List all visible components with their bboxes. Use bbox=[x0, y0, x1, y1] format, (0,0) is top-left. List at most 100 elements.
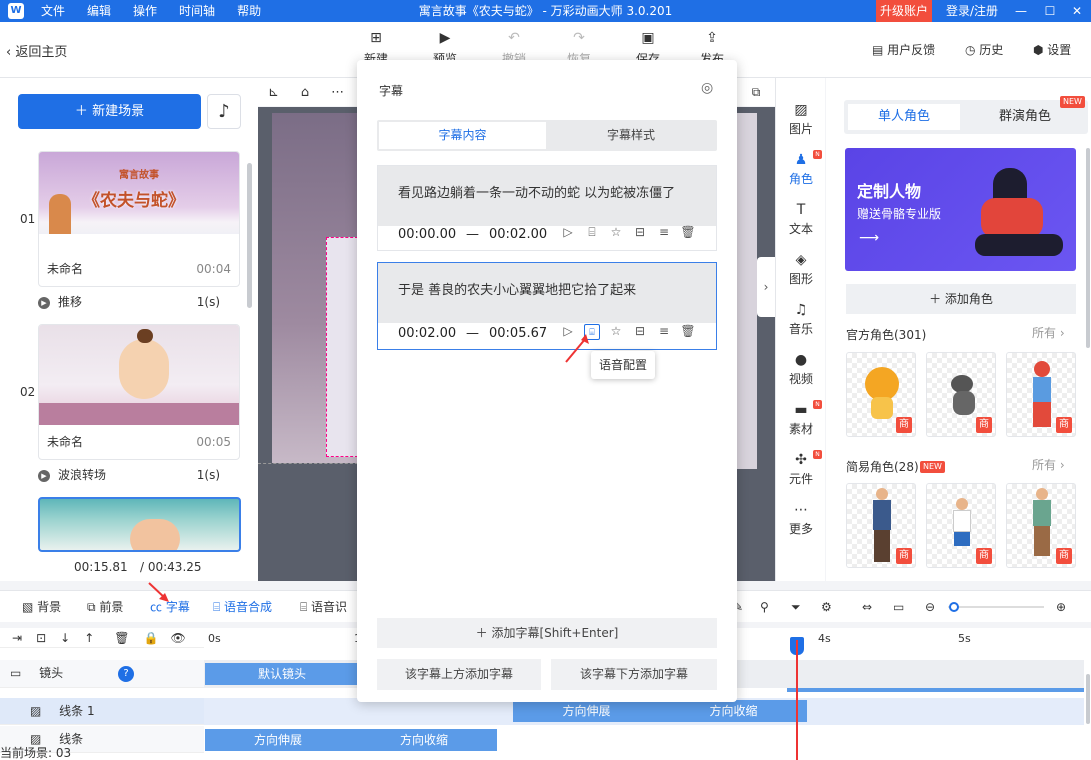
history-button[interactable]: ◷ 历史 bbox=[965, 22, 1003, 78]
character-scrollbar[interactable] bbox=[1086, 148, 1090, 348]
selected-element[interactable] bbox=[326, 237, 358, 457]
menu-timeline[interactable]: 时间轴 bbox=[168, 0, 226, 22]
zoom-in-icon[interactable]: ⊕ bbox=[1056, 591, 1066, 623]
scene-card-1[interactable]: 寓言故事 《农夫与蛇》 未命名 00:04 bbox=[38, 151, 240, 287]
scene-card-3[interactable] bbox=[38, 497, 241, 552]
foreground-button[interactable]: ⧉ 前景 bbox=[87, 591, 123, 623]
effect-icon[interactable]: ☆ bbox=[608, 224, 624, 240]
home-icon[interactable]: ⌂ bbox=[301, 85, 309, 100]
nav-materials[interactable]: ▬ 素材 N bbox=[776, 400, 826, 437]
nav-text[interactable]: T 文本 bbox=[776, 202, 826, 237]
ruler-icon[interactable]: ⊾ bbox=[268, 85, 279, 100]
feedback-button[interactable]: ▤ 用户反馈 bbox=[872, 22, 935, 78]
nav-images[interactable]: ▨ 图片 bbox=[776, 102, 826, 137]
canvas-area[interactable] bbox=[258, 107, 358, 581]
character-card[interactable]: 商 bbox=[846, 483, 916, 568]
voice-config-icon[interactable]: ⌸ bbox=[584, 224, 600, 240]
back-home-button[interactable]: ‹ 返回主页 bbox=[6, 41, 67, 60]
split-icon[interactable]: ⊟ bbox=[632, 224, 648, 240]
actual-size-icon[interactable]: ▭ bbox=[893, 591, 904, 623]
login-link[interactable]: 登录/注册 bbox=[946, 0, 998, 22]
nav-more[interactable]: ⋯ 更多 bbox=[776, 502, 826, 537]
track-camera[interactable]: ▭ 镜头 ? bbox=[0, 660, 204, 688]
start-time[interactable]: 00:00.00 bbox=[398, 222, 456, 248]
voice-recognition-button[interactable]: ⌸ 语音识 bbox=[300, 591, 347, 623]
help-icon[interactable]: ? bbox=[118, 666, 134, 682]
lock-icon[interactable]: 🔒 bbox=[143, 631, 158, 645]
menu-edit[interactable]: 编辑 bbox=[76, 0, 122, 22]
animation-block[interactable]: 方向收缩 bbox=[660, 700, 807, 722]
start-time[interactable]: 00:02.00 bbox=[398, 321, 456, 347]
end-time[interactable]: 00:05.67 bbox=[489, 321, 547, 347]
tab-subtitle-content[interactable]: 字幕内容 bbox=[379, 122, 546, 149]
minimize-icon[interactable]: — bbox=[1007, 0, 1035, 22]
subtitle-item-active[interactable]: 于是 善良的农夫小心翼翼地把它拾了起来 00:02.00 — 00:05.67 … bbox=[377, 262, 717, 350]
new-scene-button[interactable]: ＋ 新建场景 bbox=[18, 94, 201, 129]
filter-icon[interactable]: ⏷ bbox=[791, 591, 801, 623]
delete-icon[interactable]: 🗑 bbox=[114, 631, 129, 645]
trash-icon[interactable]: 🗑 bbox=[680, 323, 696, 339]
animation-block[interactable]: 方向伸展 bbox=[513, 700, 660, 722]
scene-scrollbar[interactable] bbox=[247, 163, 252, 308]
animation-block[interactable]: 方向收缩 bbox=[351, 729, 497, 751]
zoom-slider[interactable] bbox=[948, 606, 1044, 608]
menu-operate[interactable]: 操作 bbox=[122, 0, 168, 22]
nav-shapes[interactable]: ◈ 图形 bbox=[776, 252, 826, 287]
add-track-icon[interactable]: ⇥ bbox=[12, 631, 22, 645]
end-time[interactable]: 00:02.00 bbox=[489, 222, 547, 248]
music-note-icon[interactable]: ♪ bbox=[207, 94, 241, 129]
character-card[interactable]: 商 bbox=[926, 483, 996, 568]
settings-button[interactable]: ⬢ 设置 bbox=[1033, 22, 1071, 78]
add-character-button[interactable]: ＋ 添加角色 bbox=[846, 284, 1076, 314]
move-up-icon[interactable]: ↑ bbox=[84, 631, 94, 645]
subtitle-item[interactable]: 看见路边躺着一条一动不动的蛇 以为蛇被冻僵了 00:00.00 — 00:02.… bbox=[377, 165, 717, 251]
character-card[interactable]: 商 bbox=[926, 352, 996, 437]
track-line-1[interactable]: ▨ 线条 1 bbox=[0, 698, 204, 725]
copy-icon[interactable]: ⧉ bbox=[737, 78, 775, 106]
eye-icon[interactable]: 👁 bbox=[170, 631, 185, 645]
zoom-out-icon[interactable]: ⊖ bbox=[925, 591, 935, 623]
close-icon[interactable]: ✕ bbox=[1063, 0, 1091, 22]
add-subtitle-above-button[interactable]: 该字幕上方添加字幕 bbox=[377, 659, 541, 690]
nav-characters[interactable]: ♟ 角色 N bbox=[776, 150, 826, 187]
scene-card-2[interactable]: 未命名 00:05 bbox=[38, 324, 240, 460]
subtitle-text[interactable]: 看见路边躺着一条一动不动的蛇 以为蛇被冻僵了 bbox=[378, 166, 716, 226]
canvas-area-right[interactable]: › bbox=[737, 107, 775, 581]
insert-icon[interactable]: ≡ bbox=[656, 323, 672, 339]
view-all-simple[interactable]: 所有 › bbox=[1032, 456, 1065, 473]
nav-components[interactable]: ✣ 元件 N bbox=[776, 450, 826, 487]
camera-block[interactable]: 默认镜头 bbox=[205, 663, 359, 685]
background-button[interactable]: ▧ 背景 bbox=[22, 591, 61, 623]
zoom-slider-handle[interactable] bbox=[949, 602, 959, 612]
trash-icon[interactable]: 🗑 bbox=[680, 224, 696, 240]
add-folder-icon[interactable]: ⊡ bbox=[36, 631, 46, 645]
nav-music[interactable]: ♫ 音乐 bbox=[776, 302, 826, 337]
transform-icon[interactable]: ⚲ bbox=[760, 591, 769, 623]
animation-block[interactable]: 方向伸展 bbox=[205, 729, 351, 751]
more-icon[interactable]: ⋯ bbox=[331, 85, 344, 100]
playhead[interactable] bbox=[796, 640, 798, 760]
transition-row-2[interactable]: ▶ 波浪转场 1(s) bbox=[38, 465, 240, 485]
tab-single-character[interactable]: 单人角色 bbox=[848, 104, 960, 130]
add-subtitle-below-button[interactable]: 该字幕下方添加字幕 bbox=[551, 659, 717, 690]
split-icon[interactable]: ⊟ bbox=[632, 323, 648, 339]
settings-icon[interactable]: ◎ bbox=[701, 80, 713, 96]
play-circle-icon[interactable]: ▷ bbox=[560, 224, 576, 240]
timeline-scrollbar[interactable] bbox=[1086, 674, 1090, 724]
character-card[interactable]: 商 bbox=[1006, 352, 1076, 437]
adjust-icon[interactable]: ⚙ bbox=[821, 591, 832, 623]
transition-row-1[interactable]: ▶ 推移 1(s) bbox=[38, 292, 240, 312]
add-subtitle-button[interactable]: ＋ 添加字幕[Shift+Enter] bbox=[377, 618, 717, 648]
voice-synthesis-button[interactable]: ⌸ 语音合成 bbox=[213, 591, 272, 623]
character-card[interactable]: 商 bbox=[846, 352, 916, 437]
nav-video[interactable]: ● 视频 bbox=[776, 352, 826, 387]
upgrade-button[interactable]: 升级账户 bbox=[876, 0, 932, 22]
effect-icon[interactable]: ☆ bbox=[608, 323, 624, 339]
chevron-right-icon[interactable]: › bbox=[757, 257, 775, 317]
menu-help[interactable]: 帮助 bbox=[226, 0, 272, 22]
custom-character-banner[interactable]: 定制人物 赠送骨骼专业版 ⟶ bbox=[845, 148, 1076, 271]
menu-file[interactable]: 文件 bbox=[30, 0, 76, 22]
maximize-icon[interactable]: ☐ bbox=[1036, 0, 1064, 22]
tab-subtitle-style[interactable]: 字幕样式 bbox=[547, 122, 715, 149]
subtitle-text[interactable]: 于是 善良的农夫小心翼翼地把它拾了起来 bbox=[378, 263, 716, 323]
